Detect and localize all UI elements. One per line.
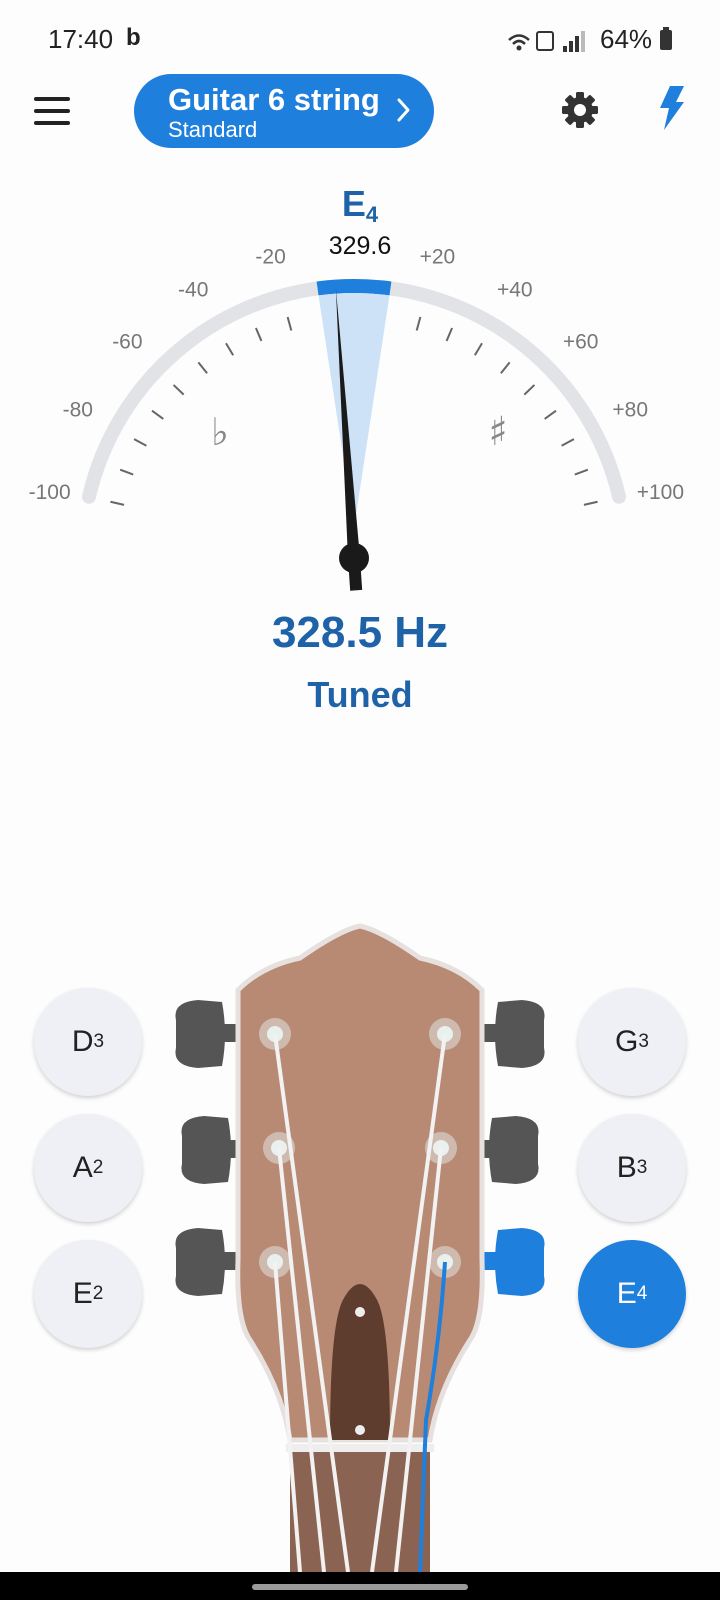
string-octave: 2 (92, 1283, 104, 1304)
string-octave: 3 (636, 1157, 648, 1178)
string-button-b3[interactable]: B3 (578, 1114, 686, 1222)
battery-percent: 64% (600, 24, 653, 54)
string-octave: 3 (638, 1031, 649, 1052)
gauge-tick (197, 361, 208, 374)
string-octave: 3 (93, 1031, 105, 1052)
gauge-tick (473, 342, 483, 356)
string-button-g3[interactable]: G3 (578, 988, 686, 1096)
menu-icon[interactable] (34, 97, 70, 127)
tuning-peg-left-1 (175, 1000, 244, 1068)
gear-icon[interactable] (560, 90, 600, 130)
in-tune-zone (316, 279, 392, 296)
string-button-d3[interactable]: D3 (34, 988, 142, 1096)
gauge-tick (415, 316, 422, 331)
string-button-e2[interactable]: E2 (34, 1240, 142, 1348)
tuning-name: Standard (168, 117, 258, 142)
gauge-tick (254, 327, 263, 342)
string-octave: 4 (636, 1283, 648, 1304)
gauge-tick (561, 438, 575, 447)
gauge-tick (151, 409, 164, 420)
home-handle[interactable] (252, 1584, 468, 1590)
status-time: 17:40 (48, 24, 114, 54)
string-note: E (616, 1277, 637, 1310)
string-note: A (72, 1151, 93, 1184)
gauge-tick (500, 361, 511, 374)
lightning-bolt-icon[interactable] (658, 86, 686, 130)
chevron-right-icon (397, 98, 410, 122)
sharp-symbol: ♯ (488, 409, 507, 455)
measured-frequency: 328.5 Hz (271, 608, 449, 657)
gauge-tick (445, 327, 454, 342)
system-navigation-bar (0, 1572, 720, 1600)
gauge-scale-label: +20 (420, 245, 456, 268)
gauge-scale-label: +80 (612, 399, 648, 422)
tuning-peg-right-1 (476, 1000, 545, 1068)
string-button-e4[interactable]: E4 (578, 1240, 686, 1348)
gauge-scale-label: -80 (63, 399, 93, 422)
string-note: B (616, 1151, 637, 1184)
gauge-tick (286, 316, 293, 331)
string-note: E (72, 1277, 93, 1310)
string-note: G (615, 1025, 639, 1058)
tuning-peg-left-3 (175, 1228, 246, 1296)
string-octave: 2 (92, 1157, 104, 1178)
gauge-tick (225, 342, 235, 356)
tuning-peg-right-3 (474, 1228, 545, 1296)
gauge-tick (172, 384, 185, 396)
gauge-tick (119, 468, 134, 476)
gauge-scale-label: +100 (637, 481, 684, 504)
tuning-status: Tuned (307, 674, 413, 715)
gauge-tick (133, 438, 147, 447)
gauge-scale-label: +60 (563, 331, 599, 354)
gauge-tick (523, 384, 536, 396)
needle-pivot (339, 543, 369, 573)
fretboard (290, 1452, 430, 1572)
gauge-tick (574, 468, 589, 476)
gauge-scale-label: -40 (178, 278, 208, 301)
gauge-scale-label: -20 (255, 245, 285, 268)
gauge-tick (583, 500, 598, 506)
flat-symbol: ♭ (211, 410, 229, 454)
tuning-gauge: -100 -80 -60 -40 -20 +20 +40 +60 +80 +100 ♭ ♯ (29, 245, 684, 591)
string-note: D (71, 1025, 94, 1058)
gauge-scale-label: +40 (497, 278, 533, 301)
top-bar: Guitar 6 string Standard (0, 72, 720, 152)
status-bar: 17:40 b 64% (0, 0, 720, 80)
battery-icon (660, 27, 672, 50)
instrument-selector-button[interactable]: Guitar 6 string Standard (134, 74, 434, 148)
nut (286, 1444, 434, 1452)
instrument-name: Guitar 6 string (168, 82, 380, 117)
gauge-tick (544, 409, 557, 420)
string-button-a2[interactable]: A2 (34, 1114, 142, 1222)
gauge-scale-label: -100 (29, 481, 71, 504)
app-notification-icon: b (126, 24, 141, 51)
network-icons (508, 31, 585, 52)
gauge-scale-label: -60 (112, 331, 142, 354)
gauge-tick (110, 500, 125, 506)
